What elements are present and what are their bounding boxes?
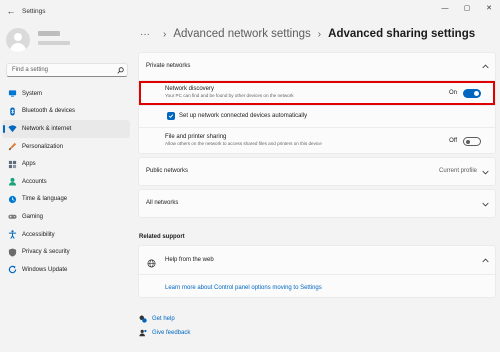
all-networks-card[interactable]: All networks (138, 189, 496, 218)
avatar-body (10, 43, 26, 52)
sidebar-item-privacy[interactable]: Privacy & security (2, 243, 130, 261)
chevron-up-icon[interactable] (481, 256, 489, 264)
back-button[interactable]: ← (0, 6, 22, 16)
shield-icon (2, 248, 22, 257)
sidebar-item-label: Apps (22, 161, 36, 168)
apps-icon (2, 160, 22, 169)
sidebar-item-system[interactable]: System (2, 85, 130, 103)
help-chat-icon (139, 315, 152, 323)
breadcrumb-overflow-button[interactable]: ··· (140, 29, 150, 40)
checkmark-icon (168, 114, 174, 119)
file-sharing-description: Allow others on the network to access sh… (165, 141, 322, 146)
public-networks-card[interactable]: Public networks Current profile (138, 157, 496, 186)
sidebar-item-label: Accessibility (22, 231, 55, 238)
sidebar: Find a setting System Bluetooth & device… (0, 22, 136, 352)
auto-setup-row: Set up network connected devices automat… (139, 106, 495, 127)
maximize-button[interactable]: ▢ (456, 0, 478, 16)
sidebar-item-label: Windows Update (22, 266, 68, 273)
give-feedback-link[interactable]: Give feedback (139, 329, 190, 337)
monitor-icon (2, 89, 22, 98)
user-email-redacted (38, 41, 70, 45)
chevron-up-icon[interactable] (481, 62, 489, 70)
close-button[interactable]: ✕ (478, 0, 500, 16)
file-sharing-state: Off (449, 138, 457, 144)
globe-clock-icon (2, 195, 22, 204)
sidebar-item-time-language[interactable]: Time & language (2, 191, 130, 209)
give-feedback-label: Give feedback (152, 330, 191, 336)
globe-icon (147, 255, 156, 268)
sidebar-item-apps[interactable]: Apps (2, 155, 130, 173)
breadcrumb-separator: › (317, 28, 322, 40)
wifi-icon (2, 124, 22, 133)
public-networks-title: Public networks (146, 168, 189, 174)
gamepad-icon (2, 212, 22, 221)
private-networks-card: Private networks Network discovery Your … (138, 52, 496, 154)
sidebar-item-label: System (22, 90, 43, 97)
sidebar-item-network[interactable]: Network & internet (2, 120, 130, 138)
sidebar-item-label: Privacy & security (22, 249, 70, 256)
window-title: Settings (22, 7, 46, 15)
update-icon (2, 265, 22, 274)
private-networks-header[interactable]: Private networks (139, 53, 495, 79)
network-discovery-label: Network discovery (165, 86, 215, 92)
title-bar: ← Settings (0, 0, 500, 22)
private-networks-title: Private networks (146, 63, 191, 69)
sidebar-item-personalization[interactable]: Personalization (2, 138, 130, 156)
sidebar-item-label: Time & language (22, 196, 68, 203)
file-sharing-label: File and printer sharing (165, 134, 227, 140)
sidebar-nav: System Bluetooth & devices Network & int… (2, 85, 130, 279)
search-input[interactable]: Find a setting (6, 63, 128, 77)
auto-setup-label: Set up network connected devices automat… (179, 113, 308, 119)
control-panel-learn-more-link[interactable]: Learn more about Control panel options m… (165, 285, 322, 291)
search-placeholder: Find a setting (12, 67, 49, 73)
public-networks-status: Current profile (438, 168, 477, 174)
sidebar-item-label: Accounts (22, 178, 47, 185)
avatar[interactable] (6, 28, 30, 52)
auto-setup-checkbox[interactable] (167, 112, 175, 120)
search-icon[interactable] (113, 66, 127, 74)
minimize-button[interactable]: — (434, 0, 456, 16)
breadcrumb-parent-link[interactable]: Advanced network settings (173, 28, 310, 40)
all-networks-title: All networks (146, 200, 179, 206)
get-help-label: Get help (152, 316, 175, 322)
network-discovery-state: On (448, 90, 457, 96)
help-from-web-title: Help from the web (165, 257, 214, 263)
accessibility-icon (2, 230, 22, 239)
user-name-redacted (38, 31, 60, 36)
sidebar-item-bluetooth[interactable]: Bluetooth & devices (2, 103, 130, 121)
sidebar-item-label: Gaming (22, 213, 44, 220)
breadcrumb: ··· › Advanced network settings › Advanc… (140, 25, 475, 43)
chevron-down-icon[interactable] (481, 200, 489, 208)
sidebar-item-accessibility[interactable]: Accessibility (2, 226, 130, 244)
sidebar-item-label: Personalization (22, 143, 64, 150)
breadcrumb-separator: › (163, 28, 167, 40)
bluetooth-icon (2, 107, 22, 116)
file-sharing-toggle[interactable] (463, 137, 481, 146)
person-icon (2, 177, 22, 186)
page-title: Advanced sharing settings (328, 28, 476, 40)
network-discovery-description: Your PC can find and be found by other d… (165, 93, 294, 98)
sidebar-item-windows-update[interactable]: Windows Update (2, 261, 130, 279)
related-support-heading: Related support (139, 234, 185, 240)
window-controls: — ▢ ✕ (434, 0, 500, 16)
feedback-icon (139, 329, 152, 337)
sidebar-item-label: Bluetooth & devices (22, 108, 76, 115)
sidebar-item-label: Network & internet (22, 125, 72, 132)
sidebar-item-accounts[interactable]: Accounts (2, 173, 130, 191)
file-sharing-row: File and printer sharing Allow others on… (139, 128, 495, 153)
network-discovery-toggle[interactable] (463, 89, 481, 98)
help-from-web-card: Help from the web Learn more about Contr… (138, 245, 496, 298)
help-from-web-header[interactable]: Help from the web (139, 246, 495, 274)
chevron-down-icon[interactable] (481, 168, 489, 176)
network-discovery-row: Network discovery Your PC can find and b… (139, 81, 495, 105)
brush-icon (2, 142, 22, 151)
divider (139, 274, 495, 275)
avatar-head (14, 33, 22, 41)
sidebar-item-gaming[interactable]: Gaming (2, 208, 130, 226)
get-help-link[interactable]: Get help (139, 315, 175, 323)
